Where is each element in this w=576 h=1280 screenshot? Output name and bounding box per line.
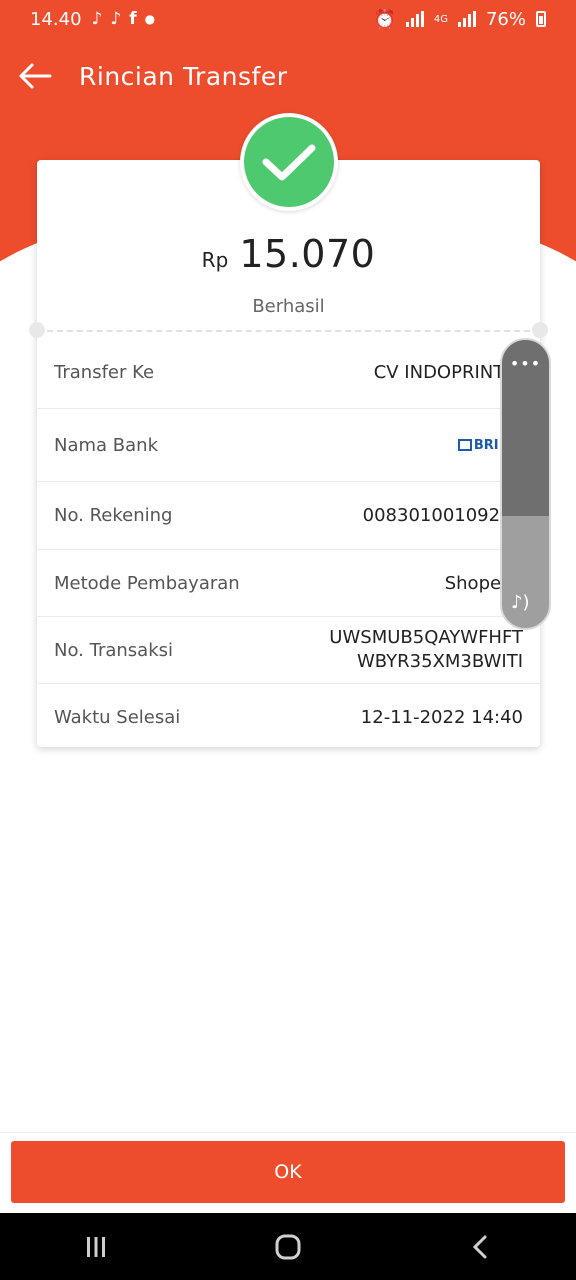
success-badge: [240, 113, 338, 211]
amount-value: 15.070: [239, 232, 376, 276]
chevron-left-icon: [472, 1235, 487, 1258]
row-label: No. Rekening: [54, 505, 173, 526]
row-transfer-to: Transfer Ke CV INDOPRINTIN: [37, 337, 540, 409]
transfer-card: Rp 15.070 Berhasil Transfer Ke CV INDOPR…: [29, 160, 548, 750]
row-label: Nama Bank: [54, 434, 158, 456]
home-button[interactable]: [258, 1222, 318, 1272]
transfer-detail-screen: 14.40 ♪ ♪ f ● ⏰ 4G 76% Rincian Transfer …: [0, 0, 576, 1280]
facebook-icon: f: [129, 9, 137, 29]
tiktok-icon: ♪: [110, 9, 122, 29]
floating-widget[interactable]: ••• ♪): [500, 338, 551, 630]
dot-icon: ●: [144, 12, 156, 26]
music-note-icon[interactable]: ♪): [511, 592, 530, 613]
row-payment-method: Metode Pembayaran ShopeeP: [37, 550, 540, 617]
row-value: 00830100109259: [362, 505, 523, 526]
row-transaction-number: No. Transaksi UWSMUB5QAYWFHFT WBYR35XM3B…: [37, 617, 540, 684]
row-label: Waktu Selesai: [54, 706, 181, 728]
row-label: Transfer Ke: [54, 362, 155, 383]
back-nav-button[interactable]: [450, 1222, 510, 1272]
system-nav-bar: [0, 1213, 576, 1280]
notification-icons: ♪ ♪ f ●: [92, 9, 156, 29]
row-account-number: No. Rekening 00830100109259: [37, 482, 540, 550]
bri-logo-icon: BRI: [457, 438, 499, 453]
battery-percent: 76%: [485, 8, 526, 30]
status-right: ⏰ 4G 76%: [373, 9, 546, 30]
amount-row: Rp 15.070: [37, 232, 540, 276]
tiktok-icon: ♪: [91, 9, 103, 29]
arrow-left-icon: [19, 63, 52, 89]
transfer-status: Berhasil: [252, 296, 325, 317]
card-notch-right: [532, 322, 548, 338]
more-dots-icon[interactable]: •••: [502, 354, 549, 373]
back-button[interactable]: [0, 48, 70, 104]
dashed-divider: [37, 330, 540, 332]
card-notch-left: [29, 322, 45, 338]
footer-divider: [0, 1132, 576, 1133]
row-bank-name: Nama Bank BRI B: [37, 409, 540, 482]
signal-icon: [457, 11, 476, 27]
page-title: Rincian Transfer: [79, 61, 288, 91]
ok-button[interactable]: OK: [11, 1141, 565, 1203]
recent-apps-button[interactable]: [66, 1222, 126, 1272]
recent-apps-icon: [87, 1236, 105, 1257]
signal-icon: [405, 11, 424, 27]
status-time: 14.40: [30, 8, 82, 30]
row-label: No. Transaksi: [54, 639, 174, 661]
alarm-icon: ⏰: [373, 8, 396, 30]
battery-icon: [536, 11, 546, 27]
detail-list: Transfer Ke CV INDOPRINTIN Nama Bank BRI…: [37, 337, 540, 750]
home-icon: [275, 1234, 301, 1259]
row-completion-time: Waktu Selesai 12-11-2022 14:40: [37, 684, 540, 750]
row-value: UWSMUB5QAYWFHFT WBYR35XM3BWITI: [329, 627, 523, 672]
app-bar: Rincian Transfer: [0, 48, 576, 104]
check-icon: [244, 117, 334, 207]
network-label: 4G: [433, 13, 448, 25]
status-bar: 14.40 ♪ ♪ f ● ⏰ 4G 76%: [0, 0, 576, 38]
row-value: 12-11-2022 14:40: [360, 706, 523, 728]
row-label: Metode Pembayaran: [54, 572, 240, 594]
amount-currency: Rp: [201, 248, 229, 272]
